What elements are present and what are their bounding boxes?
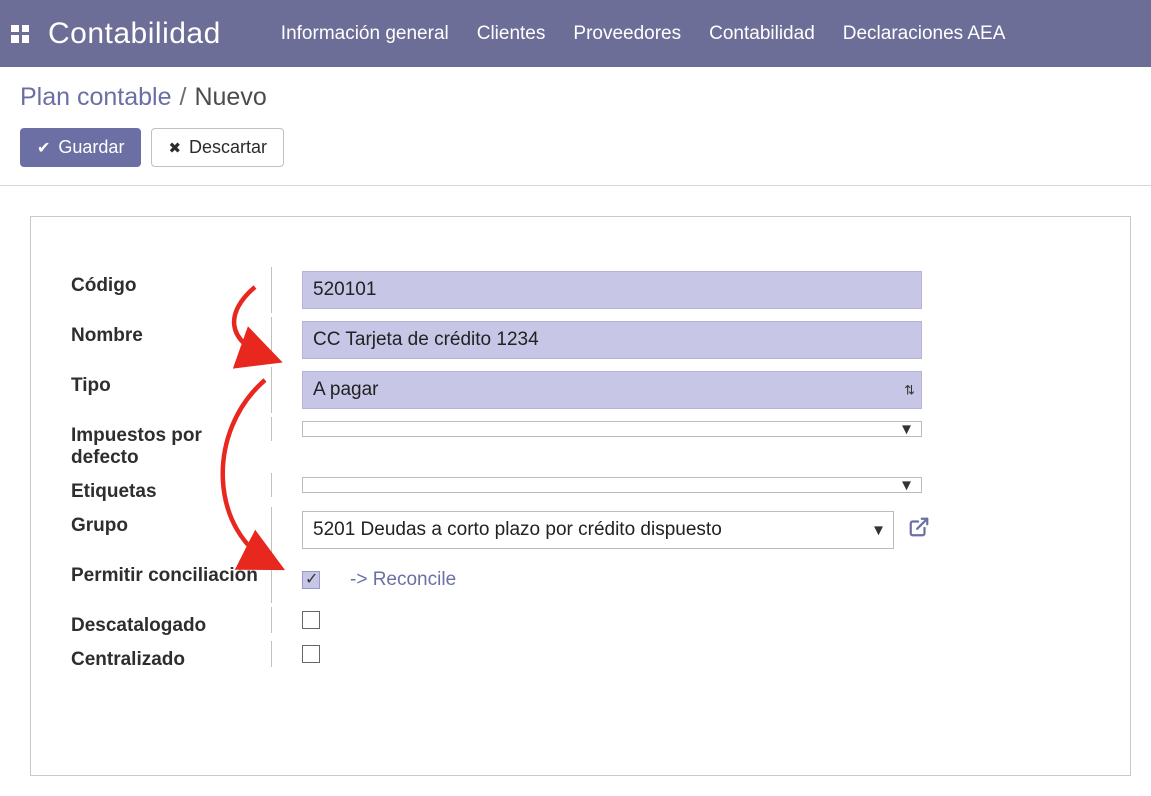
- action-bar: Guardar Descartar: [0, 116, 1151, 186]
- checkbox-permitir[interactable]: [302, 571, 320, 589]
- discard-button[interactable]: Descartar: [151, 128, 284, 167]
- external-link-icon[interactable]: [908, 516, 930, 544]
- nav-item-clients[interactable]: Clientes: [477, 23, 546, 45]
- form-sheet: Código Nombre Tipo A pagar Impuestos por…: [30, 216, 1131, 776]
- nav-item-vendors[interactable]: Proveedores: [573, 23, 681, 45]
- label-codigo: Código: [71, 267, 271, 297]
- breadcrumb: Plan contable / Nuevo: [0, 67, 1151, 116]
- breadcrumb-current: Nuevo: [194, 83, 266, 112]
- select-impuestos[interactable]: [302, 421, 922, 437]
- save-label: Guardar: [58, 137, 124, 158]
- caret-down-icon: [874, 520, 883, 541]
- select-etiquetas[interactable]: [302, 477, 922, 493]
- save-button[interactable]: Guardar: [20, 128, 141, 167]
- nav-item-accounting[interactable]: Contabilidad: [709, 23, 815, 45]
- label-tipo: Tipo: [71, 367, 271, 397]
- discard-label: Descartar: [189, 137, 267, 158]
- label-grupo: Grupo: [71, 507, 271, 537]
- label-nombre: Nombre: [71, 317, 271, 347]
- apps-icon[interactable]: [10, 24, 30, 44]
- input-codigo[interactable]: [302, 271, 922, 309]
- app-brand[interactable]: Contabilidad: [48, 17, 221, 51]
- caret-updown-icon: [904, 382, 911, 399]
- label-descatalogado: Descatalogado: [71, 607, 271, 637]
- check-icon: [37, 137, 50, 158]
- label-permitir: Permitir conciliación: [71, 557, 271, 587]
- nav-item-overview[interactable]: Información general: [281, 23, 449, 45]
- checkbox-centralizado[interactable]: [302, 645, 320, 663]
- caret-down-icon: [902, 419, 911, 440]
- nav-item-declarations[interactable]: Declaraciones AEA: [843, 23, 1006, 45]
- select-grupo[interactable]: 5201 Deudas a corto plazo por crédito di…: [302, 511, 894, 549]
- top-navbar: Contabilidad Información general Cliente…: [0, 0, 1151, 67]
- label-impuestos: Impuestos por defecto: [71, 417, 271, 469]
- nav-items: Información general Clientes Proveedores…: [281, 23, 1006, 45]
- label-etiquetas: Etiquetas: [71, 473, 271, 503]
- caret-down-icon: [902, 475, 911, 496]
- x-icon: [168, 137, 181, 158]
- select-tipo[interactable]: A pagar: [302, 371, 922, 409]
- breadcrumb-parent[interactable]: Plan contable: [20, 83, 172, 112]
- reconcile-link[interactable]: -> Reconcile: [350, 569, 456, 591]
- select-tipo-value: A pagar: [313, 379, 379, 400]
- checkbox-descatalogado[interactable]: [302, 611, 320, 629]
- input-nombre[interactable]: [302, 321, 922, 359]
- select-grupo-value: 5201 Deudas a corto plazo por crédito di…: [313, 519, 722, 540]
- label-centralizado: Centralizado: [71, 641, 271, 671]
- breadcrumb-sep: /: [180, 83, 187, 112]
